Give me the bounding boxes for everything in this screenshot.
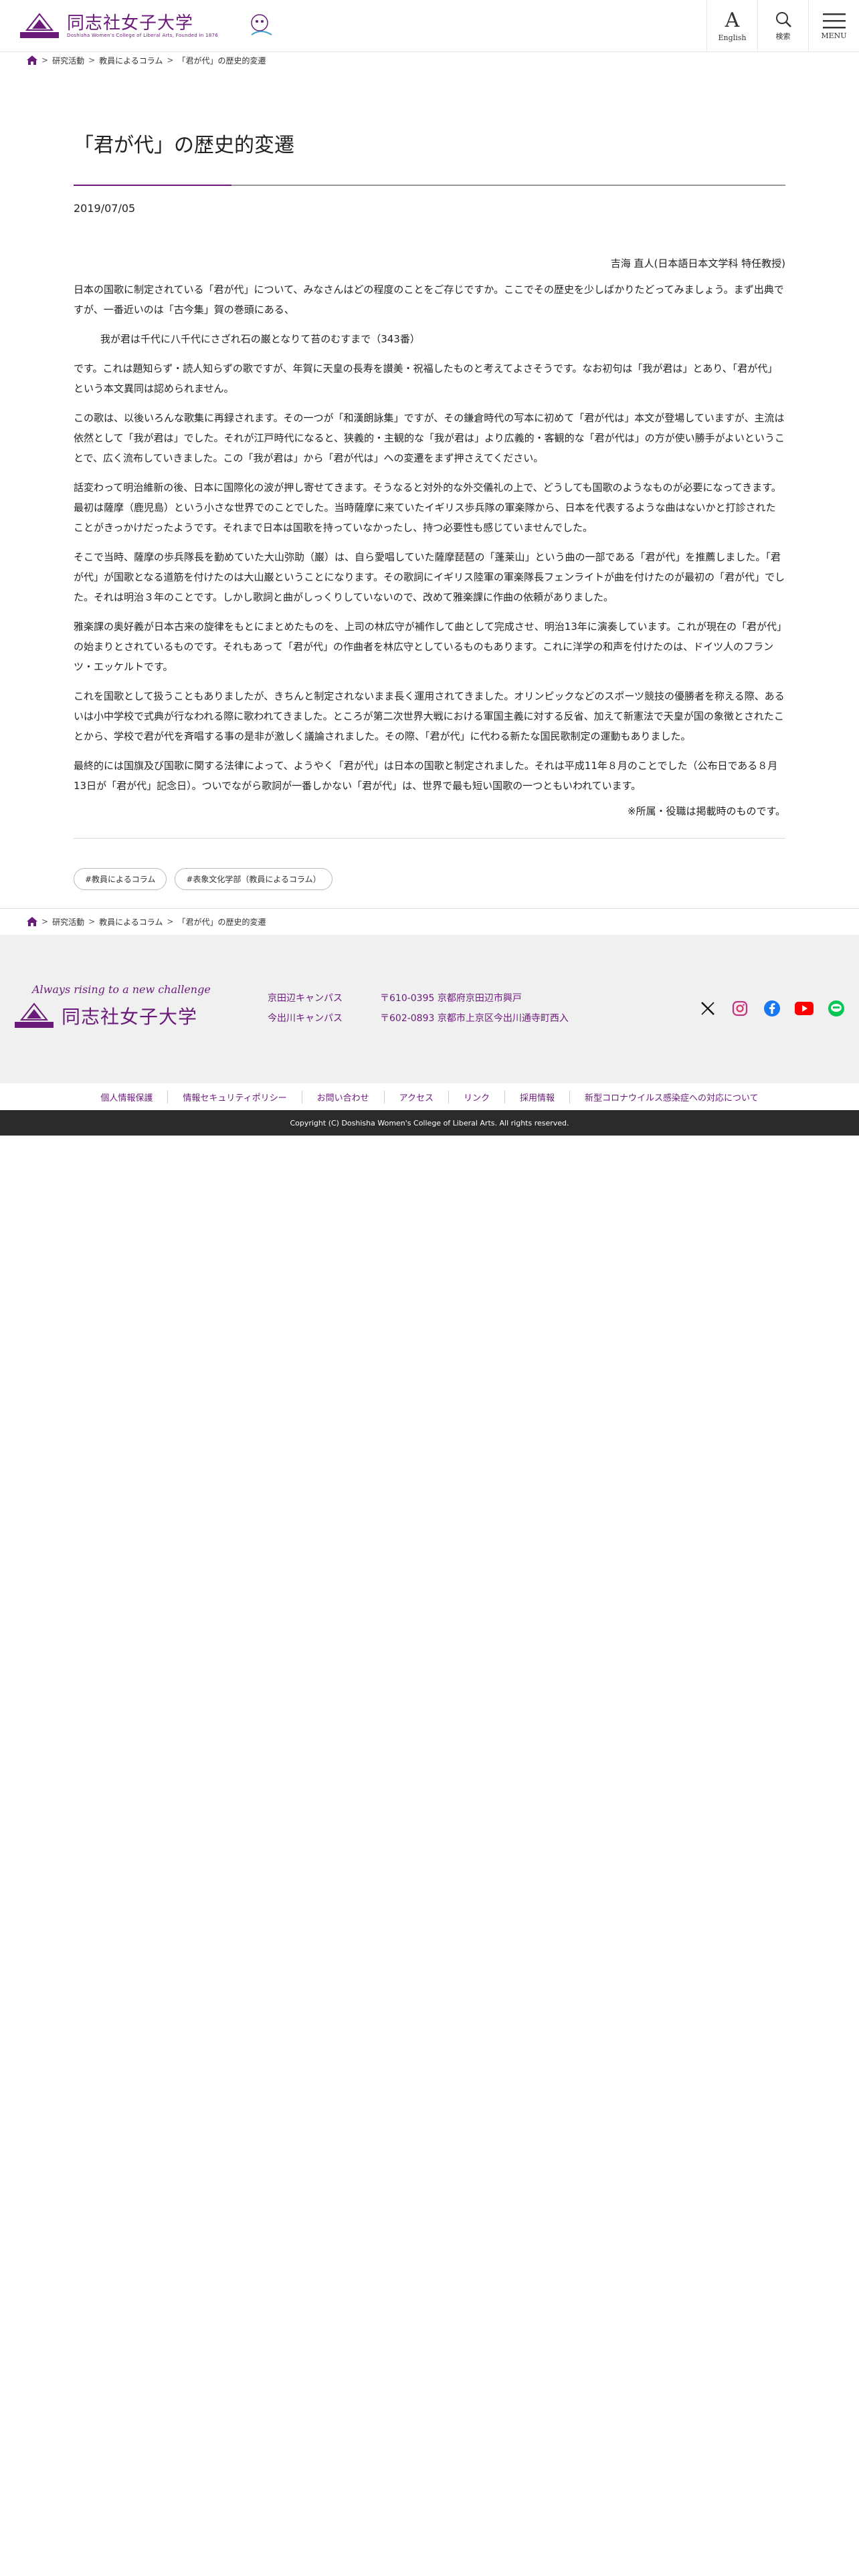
campus-kyotanabe: 京田辺キャンパス 〒610-0395 京都府京田辺市興戸 — [268, 991, 522, 1004]
paragraph: 日本の国歌に制定されている「君が代」について、みなさんはどの程度のことをご存じで… — [74, 284, 784, 316]
link-recruit[interactable]: 採用情報 — [504, 1090, 569, 1103]
breadcrumb-bottom: > 研究活動 > 教員によるコラム > 「君が代」の歴史的変遷 — [27, 915, 266, 928]
title-divider — [74, 185, 785, 186]
breadcrumb-current: 「君が代」の歴史的変遷 — [177, 917, 266, 927]
link-contact[interactable]: お問い合わせ — [301, 1090, 384, 1103]
home-icon[interactable] — [27, 56, 37, 65]
article-body: 日本の国歌に制定されている「君が代」について、みなさんはどの程度のことをご存じで… — [74, 280, 785, 796]
campus-name[interactable]: 京田辺キャンパス — [268, 993, 343, 1004]
campus-imadegawa: 今出川キャンパス 〒602-0893 京都市上京区今出川通寺町西入 — [268, 1011, 569, 1025]
divider — [0, 908, 859, 909]
breadcrumb-research[interactable]: 研究活動 — [52, 55, 84, 66]
link-access[interactable]: アクセス — [383, 1090, 448, 1103]
paragraph: 最終的には国旗及び国歌に関する法律によって、ようやく「君が代」は日本の国歌と制定… — [74, 760, 778, 792]
campus-address: 〒610-0395 京都府京田辺市興戸 — [380, 993, 522, 1004]
logo-title: 同志社女子大学 — [67, 13, 194, 33]
social-links — [698, 999, 846, 1018]
x-icon[interactable] — [698, 999, 717, 1018]
facebook-icon[interactable] — [763, 999, 781, 1018]
youtube-icon[interactable] — [795, 999, 814, 1018]
paragraph: これを国歌として扱うこともありましたが、きちんと制定されないまま長く運用されてき… — [74, 690, 785, 742]
divider — [74, 838, 785, 839]
site-logo[interactable]: 同志社女子大学 Doshisha Women's College of Libe… — [19, 9, 272, 43]
copyright: Copyright (C) Doshisha Women's College o… — [0, 1110, 859, 1136]
breadcrumb-research[interactable]: 研究活動 — [52, 916, 84, 928]
link-covid[interactable]: 新型コロナウイルス感染症への対応について — [569, 1090, 773, 1103]
campus-name[interactable]: 今出川キャンパス — [268, 1013, 343, 1024]
logo-subtitle: Doshisha Women's College of Liberal Arts… — [67, 33, 219, 38]
search-icon — [775, 12, 791, 27]
footer-logo-title: 同志社女子大学 — [62, 1006, 198, 1028]
paragraph: 雅楽課の奥好義が日本古来の旋律をもとにまとめたものを、上司の林広守が補作して曲と… — [74, 621, 782, 673]
breadcrumb-current: 「君が代」の歴史的変遷 — [177, 56, 266, 66]
footer-links: 個人情報保護 情報セキュリティポリシー お問い合わせ アクセス リンク 採用情報… — [0, 1083, 859, 1110]
home-icon[interactable] — [27, 917, 37, 926]
link-security-policy[interactable]: 情報セキュリティポリシー — [167, 1090, 301, 1103]
article: 「君が代」の歴史的変遷 2019/07/05 吉海 直人(日本語日本文学科 特任… — [74, 120, 785, 890]
author: 吉海 直人(日本語日本文学科 特任教授) — [610, 257, 785, 270]
footer-slogan: Always rising to a new challenge — [32, 983, 211, 996]
dwcla-emblem-icon — [15, 1002, 54, 1028]
paragraph: この歌は、以後いろんな歌集に再録されます。その一つが「和漢朗詠集」ですが、その鎌… — [74, 412, 785, 464]
english-button[interactable]: A English — [706, 0, 757, 52]
tag-culture[interactable]: #表象文化学部（教員によるコラム） — [175, 868, 332, 890]
site-footer: Always rising to a new challenge 同志社女子大学… — [0, 935, 859, 1083]
search-button[interactable]: 検索 — [757, 0, 808, 52]
paragraph: そこで当時、薩摩の歩兵隊長を勤めていた大山弥助（巌）は、自ら愛唱していた薩摩琵琶… — [74, 551, 785, 603]
paragraph: 話変わって明治維新の後、日本に国際化の波が押し寄せてきます。そうなると対外的な外… — [74, 481, 781, 534]
poem-quote: 我が君は千代に八千代にさざれ石の巌となりて苔のむすまで（343番） — [100, 333, 420, 345]
line-icon[interactable] — [827, 999, 846, 1018]
link-links[interactable]: リンク — [448, 1090, 504, 1103]
breadcrumb-column[interactable]: 教員によるコラム — [99, 55, 163, 66]
language-icon: A — [725, 8, 740, 32]
hamburger-icon — [822, 13, 846, 28]
page-title: 「君が代」の歴史的変遷 — [74, 134, 294, 157]
dwcla-emblem-icon — [19, 13, 60, 39]
paragraph: です。これは題知らず・読人知らずの歌ですが、年賀に天皇の長寿を讃美・祝福したもの… — [74, 362, 778, 395]
instagram-icon[interactable] — [731, 999, 749, 1018]
site-header: 同志社女子大学 Doshisha Women's College of Libe… — [0, 0, 859, 52]
menu-button[interactable]: MENU — [808, 0, 859, 52]
menu-label: MENU — [821, 31, 847, 40]
footer-logo[interactable]: Always rising to a new challenge 同志社女子大学 — [13, 983, 221, 1037]
tag-column[interactable]: #教員によるコラム — [74, 868, 167, 890]
mascot-icon — [246, 11, 276, 40]
english-label: English — [718, 33, 747, 42]
campus-address: 〒602-0893 京都市上京区今出川通寺町西入 — [380, 1013, 569, 1024]
affiliation-note: ※所属・役職は掲載時のものです。 — [627, 805, 785, 817]
breadcrumb-column[interactable]: 教員によるコラム — [99, 916, 163, 928]
search-label: 検索 — [775, 32, 791, 41]
publish-date: 2019/07/05 — [74, 202, 136, 215]
breadcrumb: > 研究活動 > 教員によるコラム > 「君が代」の歴史的変遷 — [27, 53, 266, 67]
tag-list: #教員によるコラム #表象文化学部（教員によるコラム） — [74, 868, 785, 890]
link-privacy[interactable]: 個人情報保護 — [86, 1091, 167, 1103]
